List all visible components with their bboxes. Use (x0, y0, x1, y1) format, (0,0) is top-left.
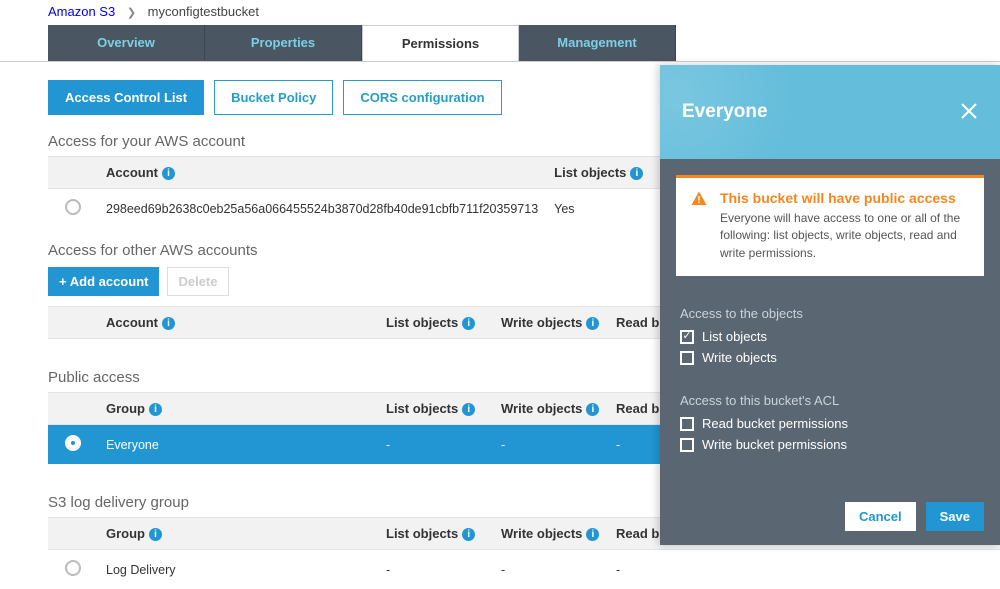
info-icon[interactable]: i (586, 403, 599, 416)
warning-icon (690, 190, 708, 262)
info-icon[interactable]: i (586, 528, 599, 541)
cell-write: - (493, 425, 608, 465)
header-list: List objects (386, 315, 458, 330)
subtab-cors[interactable]: CORS configuration (343, 80, 501, 115)
checkbox-icon (680, 417, 694, 431)
panel-section-objects: Access to the objects (680, 306, 980, 321)
info-icon[interactable]: i (462, 317, 475, 330)
header-group: Group (106, 526, 145, 541)
header-write: Write objects (501, 526, 582, 541)
header-account: Account (106, 315, 158, 330)
header-write: Write objects (501, 315, 582, 330)
warning-title: This bucket will have public access (720, 190, 970, 206)
checkbox-write-permissions[interactable]: Write bucket permissions (680, 437, 980, 452)
subtab-bucket-policy[interactable]: Bucket Policy (214, 80, 333, 115)
cell-list: Yes (546, 189, 661, 229)
close-icon[interactable] (960, 102, 978, 123)
cell-read-perm: - (608, 550, 1000, 589)
breadcrumb-root[interactable]: Amazon S3 (48, 4, 115, 19)
delete-button[interactable]: Delete (167, 267, 228, 296)
subtab-acl[interactable]: Access Control List (48, 80, 204, 115)
info-icon[interactable]: i (630, 167, 643, 180)
radio-icon[interactable] (65, 199, 81, 215)
cell-list: - (378, 425, 493, 465)
checkbox-list-objects[interactable]: List objects (680, 329, 980, 344)
warning-box: This bucket will have public access Ever… (676, 175, 984, 276)
checkbox-icon (680, 351, 694, 365)
tab-management[interactable]: Management (519, 25, 676, 61)
cell-group: Log Delivery (98, 550, 378, 589)
panel-title: Everyone (682, 101, 768, 123)
header-list: List objects (554, 165, 626, 180)
radio-icon[interactable] (65, 435, 81, 451)
table-row[interactable]: Log Delivery - - - (48, 550, 1000, 589)
permission-panel: Everyone This bucket will have public ac… (660, 65, 1000, 545)
add-account-button[interactable]: Add account (48, 267, 159, 296)
tab-permissions[interactable]: Permissions (362, 25, 519, 61)
info-icon[interactable]: i (162, 167, 175, 180)
tab-properties[interactable]: Properties (205, 25, 362, 61)
info-icon[interactable]: i (586, 317, 599, 330)
info-icon[interactable]: i (462, 403, 475, 416)
info-icon[interactable]: i (149, 403, 162, 416)
radio-icon[interactable] (65, 560, 81, 576)
checkbox-label: List objects (702, 329, 767, 344)
panel-section-acl: Access to this bucket's ACL (680, 393, 980, 408)
header-list: List objects (386, 526, 458, 541)
cancel-button[interactable]: Cancel (845, 502, 916, 531)
chevron-right-icon: ❯ (119, 7, 144, 19)
cell-list: - (378, 550, 493, 589)
cell-group: Everyone (98, 425, 378, 465)
tab-overview[interactable]: Overview (48, 25, 205, 61)
cell-account: 298eed69b2638c0eb25a56a066455524b3870d28… (98, 189, 546, 229)
warning-message: Everyone will have access to one or all … (720, 210, 970, 262)
checkbox-label: Write objects (702, 350, 777, 365)
info-icon[interactable]: i (462, 528, 475, 541)
cell-write: - (493, 550, 608, 589)
header-write: Write objects (501, 401, 582, 416)
breadcrumb-current: myconfigtestbucket (148, 4, 259, 19)
info-icon[interactable]: i (149, 528, 162, 541)
header-group: Group (106, 401, 145, 416)
checkbox-icon (680, 438, 694, 452)
save-button[interactable]: Save (926, 502, 984, 531)
checkbox-label: Read bucket permissions (702, 416, 848, 431)
checkbox-icon (680, 330, 694, 344)
checkbox-label: Write bucket permissions (702, 437, 847, 452)
main-tabs: Overview Properties Permissions Manageme… (48, 25, 1000, 61)
header-account: Account (106, 165, 158, 180)
breadcrumb: Amazon S3 ❯ myconfigtestbucket (0, 0, 1000, 25)
checkbox-read-permissions[interactable]: Read bucket permissions (680, 416, 980, 431)
header-list: List objects (386, 401, 458, 416)
info-icon[interactable]: i (162, 317, 175, 330)
checkbox-write-objects[interactable]: Write objects (680, 350, 980, 365)
